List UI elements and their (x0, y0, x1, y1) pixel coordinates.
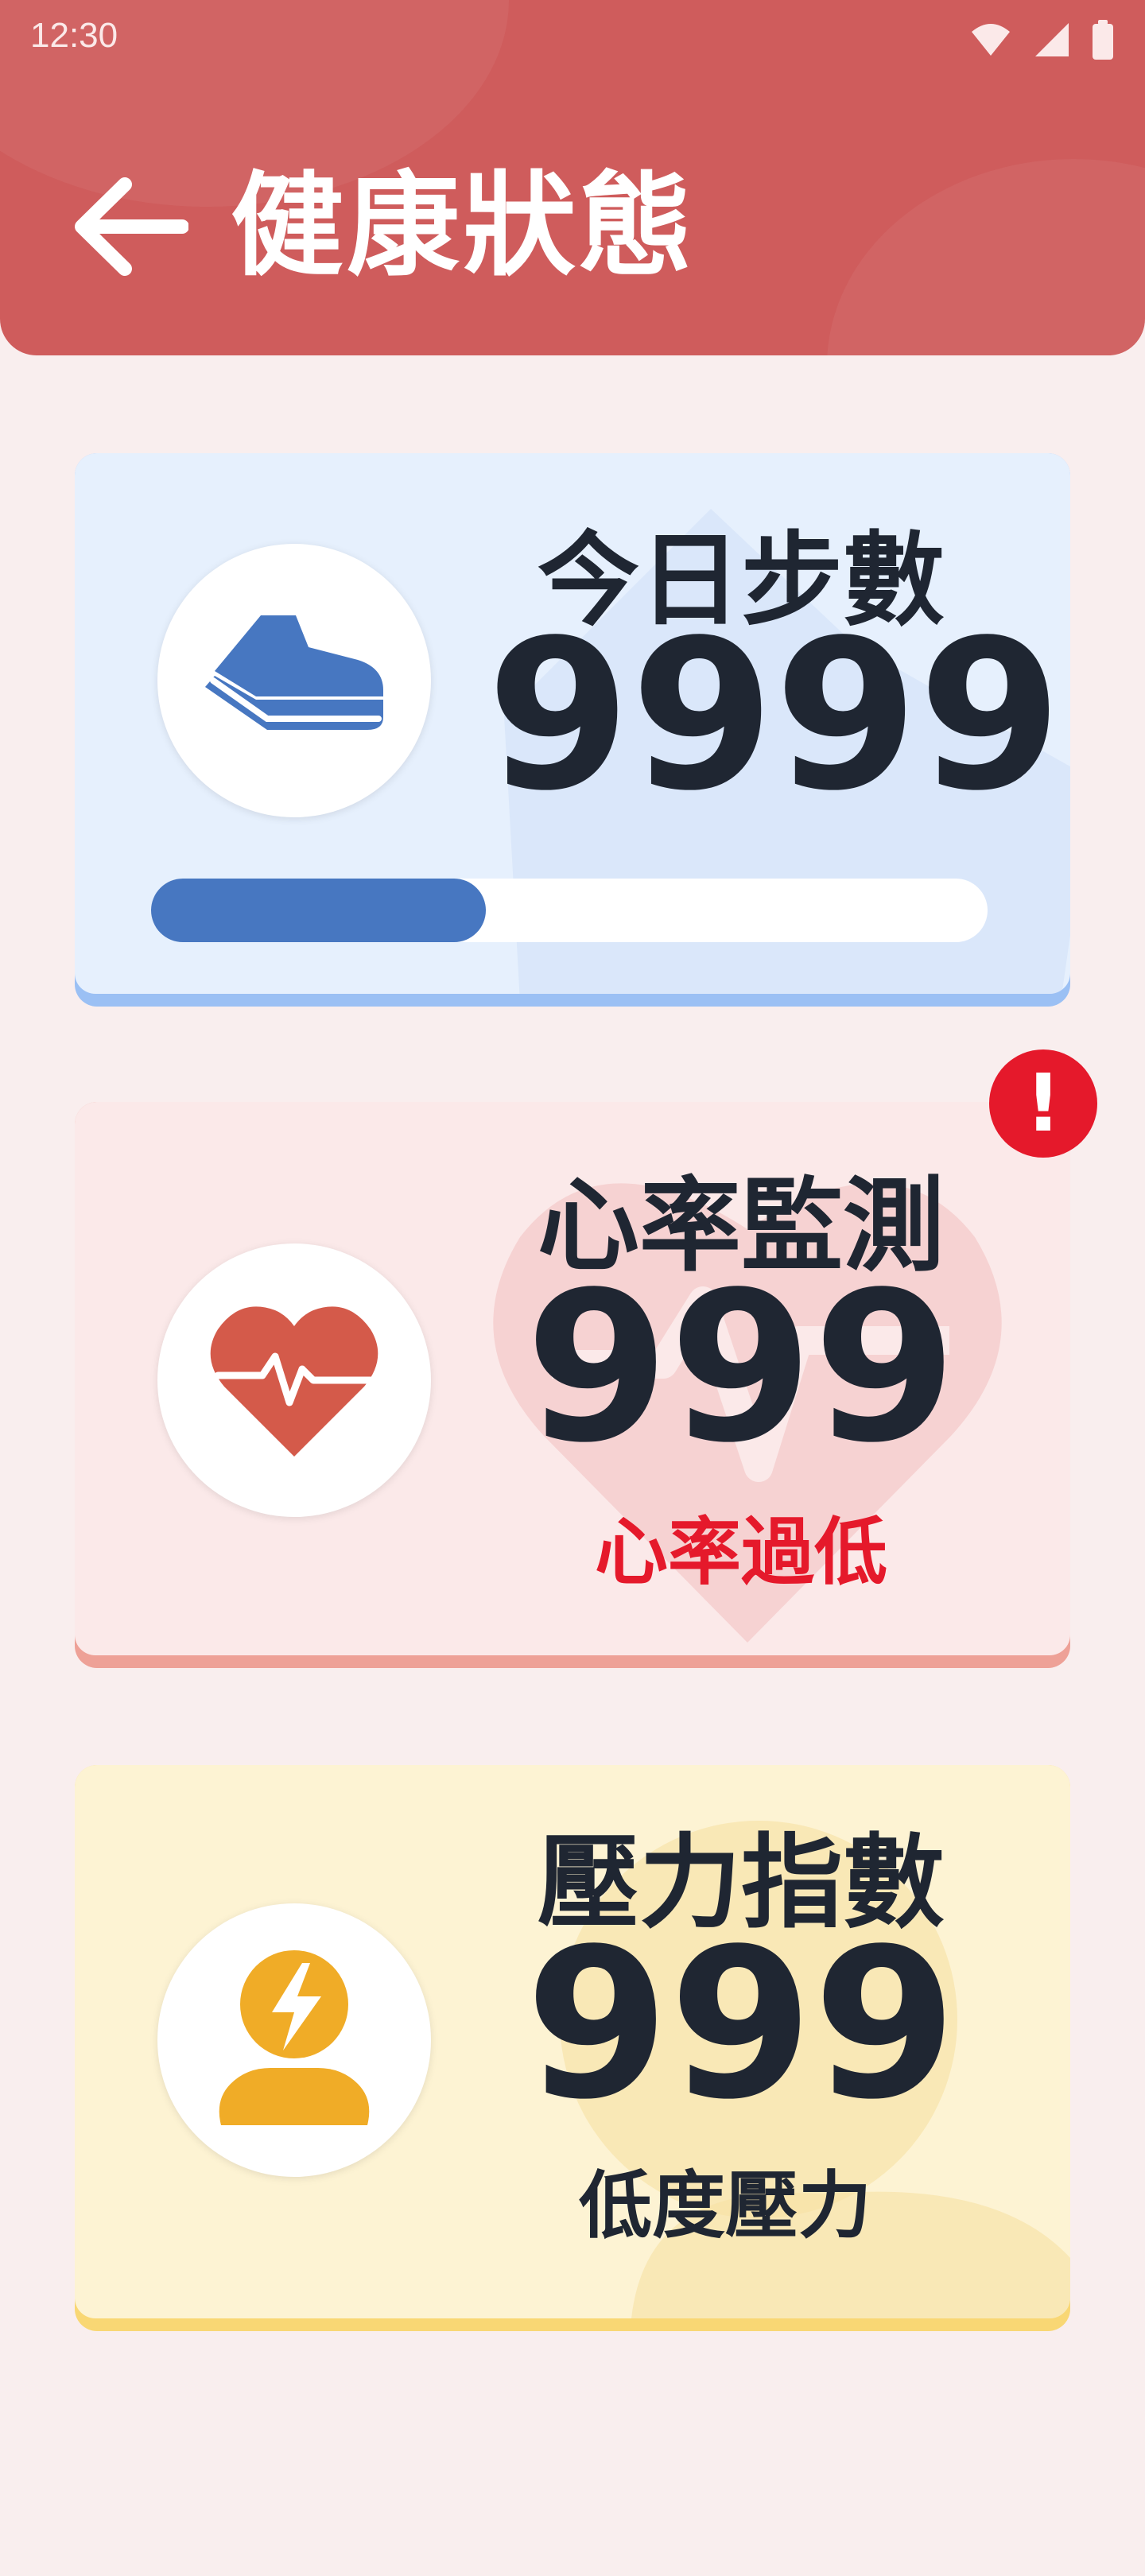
back-button[interactable] (64, 167, 194, 286)
shoe-icon (205, 615, 383, 730)
heart-rate-status: 心率過低 (594, 1510, 887, 1595)
wifi-icon (972, 24, 1010, 56)
heart-icon-circle (157, 1243, 431, 1517)
status-bar: 12:30 (0, 0, 1145, 76)
steps-icon-circle (157, 544, 431, 817)
heart-rate-value: 999 (525, 1248, 957, 1488)
stress-icon-circle (157, 1903, 431, 2177)
steps-value: 9999 (487, 596, 1062, 836)
alert-badge[interactable]: ! (989, 1049, 1097, 1158)
status-icons (970, 19, 1113, 60)
cellular-signal-icon (1035, 23, 1069, 56)
stress-person-icon (219, 1950, 370, 2125)
steps-progress-fill (151, 879, 486, 942)
page-title: 健康狀態 (231, 161, 695, 292)
steps-card[interactable]: 今日步數 9999 (75, 453, 1070, 1007)
steps-progress-bar (151, 879, 988, 942)
alert-exclamation-icon: ! (1025, 1057, 1062, 1150)
status-time: 12:30 (30, 16, 118, 55)
stress-card-body: 壓力指數 999 低度壓力 (75, 1765, 1070, 2318)
stress-status: 低度壓力 (578, 2163, 871, 2248)
heart-rate-card[interactable]: 心率監測 999 心率過低 (75, 1102, 1070, 1668)
arrow-left-icon (75, 177, 188, 276)
stress-card[interactable]: 壓力指數 999 低度壓力 (75, 1765, 1070, 2331)
battery-icon (1093, 20, 1113, 60)
heart-rate-card-body: 心率監測 999 心率過低 (75, 1102, 1070, 1655)
steps-card-body: 今日步數 9999 (75, 453, 1070, 994)
heart-pulse-icon (210, 1306, 378, 1457)
app-header: 12:30 健康狀態 (0, 0, 1145, 355)
stress-value: 999 (525, 1905, 957, 2145)
header-decoration (827, 159, 1145, 355)
